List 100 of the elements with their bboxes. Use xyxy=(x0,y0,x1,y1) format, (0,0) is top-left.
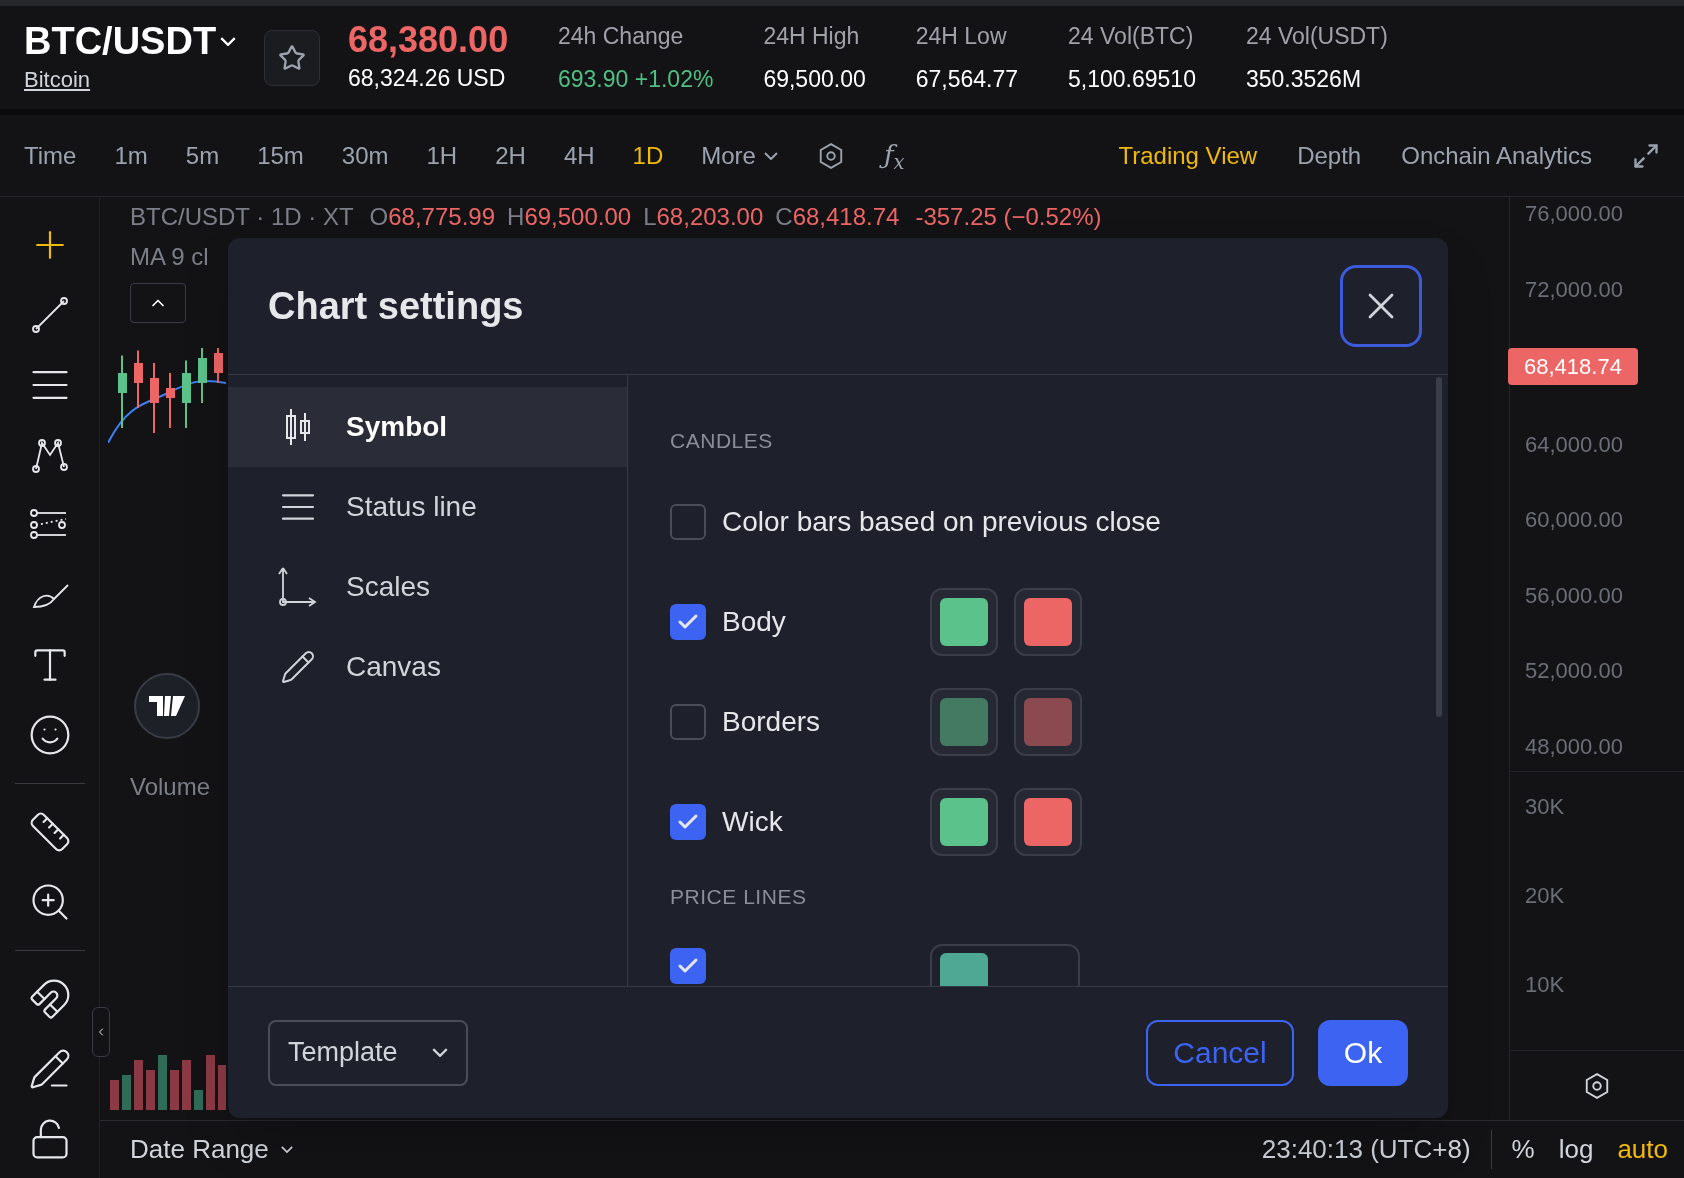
pencil-icon xyxy=(280,649,316,685)
checkbox[interactable] xyxy=(670,503,706,540)
volume-bar xyxy=(218,1065,226,1110)
axes-icon xyxy=(277,566,319,608)
candle xyxy=(214,347,223,384)
last-price-tag: 68,418.74 xyxy=(1508,348,1638,386)
color-picker[interactable] xyxy=(1014,687,1082,756)
stat-label: 24h Change xyxy=(558,22,685,51)
interval-tab[interactable]: Time xyxy=(24,137,77,174)
interval-tab[interactable]: 30m xyxy=(341,137,389,174)
ohlc-value: H69,500.00 xyxy=(507,202,632,232)
scale-toggle[interactable]: % xyxy=(1511,1130,1535,1169)
caret-icon xyxy=(280,1146,293,1153)
scale-toggle[interactable]: auto xyxy=(1617,1130,1668,1169)
stat-value: 67,564.77 xyxy=(915,64,1019,94)
candle xyxy=(182,359,191,429)
interval-tab[interactable]: 1D xyxy=(632,137,664,174)
interval-tab[interactable]: 1H xyxy=(426,137,458,174)
volume-bar xyxy=(170,1070,179,1110)
symbol-selector[interactable]: BTC/USDT xyxy=(24,19,264,63)
volume-axis-label: 20K xyxy=(1525,882,1566,910)
volume-axis-label: 10K xyxy=(1525,971,1566,999)
ohlc-value: C68,418.74 xyxy=(775,202,900,232)
caret-icon xyxy=(763,151,778,160)
caret-icon xyxy=(432,1048,448,1057)
stat-label: 24H High xyxy=(763,22,861,51)
scale-toggle[interactable]: log xyxy=(1558,1130,1594,1169)
volume-bar xyxy=(134,1060,143,1110)
coin-name-link[interactable]: Bitcoin xyxy=(24,63,91,96)
color-picker[interactable] xyxy=(930,687,998,756)
ohlc-value: O68,775.99 xyxy=(369,202,496,232)
view-tab[interactable]: Trading View xyxy=(1118,137,1258,174)
color-picker[interactable] xyxy=(1014,787,1082,856)
stat-label: 24 Vol(BTC) xyxy=(1068,22,1195,51)
checkbox[interactable] xyxy=(670,703,706,740)
stat-label: 24H Low xyxy=(915,22,1008,51)
settings-nav-item[interactable]: Symbol xyxy=(228,387,627,467)
volume-bar xyxy=(182,1060,191,1110)
usd-price: 68,324.26 USD xyxy=(348,64,507,94)
view-tab[interactable]: Depth xyxy=(1297,137,1362,174)
more-dropdown[interactable]: More xyxy=(701,137,778,174)
section-heading: CANDLES xyxy=(670,428,774,454)
last-price: 68,380.00 xyxy=(348,19,510,62)
magnet-icon[interactable] xyxy=(27,977,72,1021)
interval-tab[interactable]: 15m xyxy=(257,137,304,174)
template-dropdown[interactable]: Template xyxy=(268,1019,468,1086)
price-axis-label: 72,000.00 xyxy=(1524,275,1624,304)
price-axis-label: 48,000.00 xyxy=(1524,732,1624,761)
volume-bar xyxy=(194,1090,203,1110)
candle xyxy=(166,372,175,429)
checkbox[interactable] xyxy=(670,948,706,984)
volume-bar xyxy=(110,1080,119,1110)
stat-value: 350.3526M xyxy=(1245,64,1363,94)
option-label: Wick xyxy=(722,804,783,839)
volume-axis-label: 30K xyxy=(1525,793,1566,821)
price-axis-label: 56,000.00 xyxy=(1524,581,1624,610)
candle xyxy=(150,362,159,434)
interval-tab[interactable]: 5m xyxy=(185,137,220,174)
checkbox[interactable] xyxy=(670,803,706,840)
interval-tab[interactable]: 1m xyxy=(114,137,148,174)
favorite-button[interactable] xyxy=(264,29,320,86)
stat-label: 24 Vol(USDT) xyxy=(1245,22,1388,51)
price-axis-label: 60,000.00 xyxy=(1524,506,1624,535)
price-axis-label: 64,000.00 xyxy=(1524,430,1624,459)
ok-button[interactable]: Ok xyxy=(1318,1019,1408,1086)
stat-value: 693.90 +1.02% xyxy=(558,64,714,94)
interval-tab[interactable]: 2H xyxy=(495,137,526,174)
volume-bar xyxy=(158,1055,167,1110)
stat-value: 69,500.00 xyxy=(763,64,866,94)
stat-value: 5,100.69510 xyxy=(1068,64,1196,94)
volume-bar xyxy=(146,1070,155,1110)
volume-bar xyxy=(122,1075,131,1110)
interval-tab[interactable]: 4H xyxy=(563,137,595,174)
view-tab[interactable]: Onchain Analytics xyxy=(1401,137,1592,174)
clock-time: 23:40:13 (UTC+8) xyxy=(1261,1130,1492,1169)
fullscreen-icon[interactable] xyxy=(1632,141,1660,170)
star-icon xyxy=(278,43,306,72)
candle xyxy=(134,349,143,409)
caret-icon xyxy=(220,36,237,46)
option-label: Body xyxy=(722,604,786,639)
section-heading: PRICE LINES xyxy=(670,883,808,910)
color-picker[interactable] xyxy=(1014,587,1082,656)
price-axis-label: 52,000.00 xyxy=(1524,657,1624,686)
dialog-title: Chart settings xyxy=(268,283,524,329)
settings-nav-item[interactable]: Canvas xyxy=(228,627,627,707)
collapse-toolbar-handle[interactable] xyxy=(92,1007,110,1057)
price-change: -357.25 (−0.52%) xyxy=(915,202,1102,232)
indicator-label: MA 9 cl xyxy=(129,242,209,272)
ohlc-value: L68,203.00 xyxy=(643,202,764,232)
checkbox[interactable] xyxy=(670,603,706,640)
volume-bar xyxy=(206,1055,215,1110)
settings-nav-item[interactable]: Status line xyxy=(228,467,627,547)
option-label: Color bars based on previous close xyxy=(722,504,1161,539)
close-button[interactable] xyxy=(1340,265,1422,347)
option-label: Borders xyxy=(722,704,821,739)
color-picker[interactable] xyxy=(930,787,998,856)
date-range-dropdown[interactable]: Date Range xyxy=(130,1130,293,1169)
chart-symbol: BTC/USDT · 1D · XT xyxy=(130,202,354,232)
settings-nav-item[interactable]: Scales xyxy=(228,547,627,627)
color-picker[interactable] xyxy=(930,587,998,656)
